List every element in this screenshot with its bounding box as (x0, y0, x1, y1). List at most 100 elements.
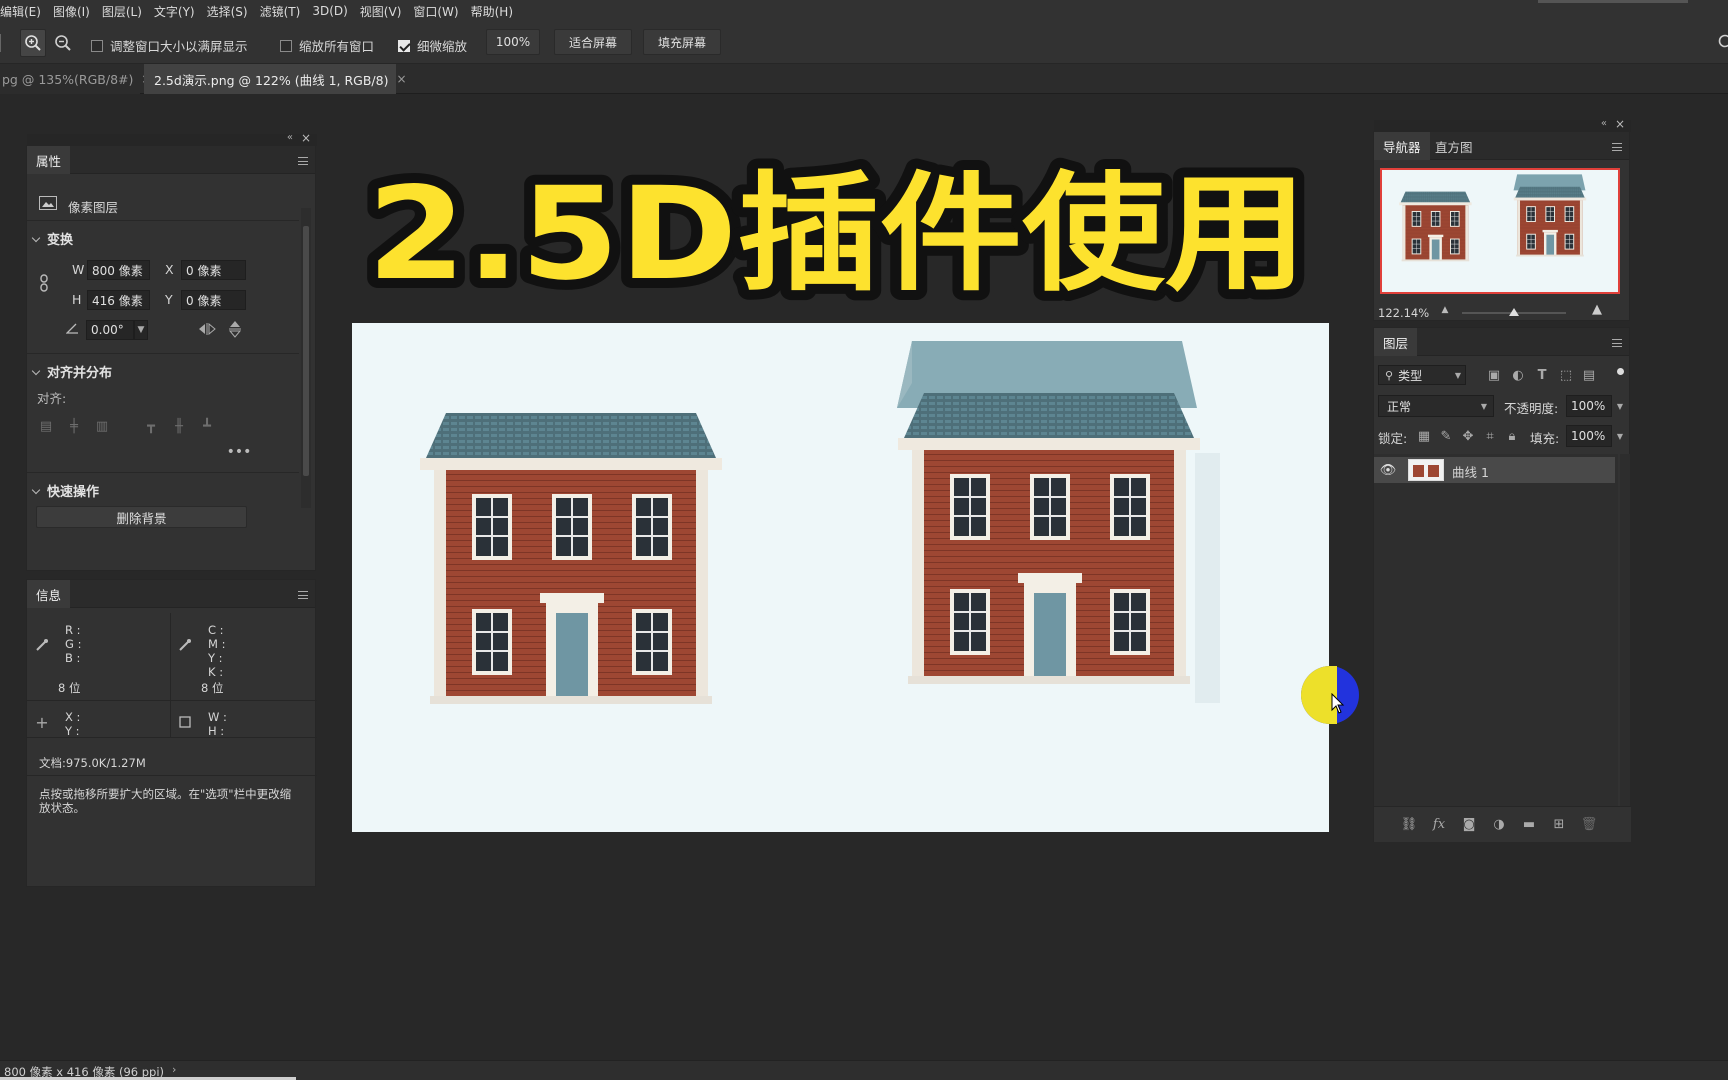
zoom-in-icon[interactable] (20, 29, 46, 57)
collapse-icon[interactable]: « (1601, 118, 1607, 129)
align-right-icon[interactable]: ▥ (94, 418, 110, 434)
tab-info[interactable]: 信息 (27, 580, 71, 608)
menu-window[interactable]: 窗口(W) (407, 3, 464, 20)
filter-smartobject-icon[interactable]: ▤ (1581, 368, 1597, 383)
panel-menu-icon[interactable] (1612, 143, 1622, 151)
menu-type[interactable]: 文字(Y) (148, 3, 201, 20)
align-top-icon[interactable]: ┳ (143, 418, 159, 434)
tab-navigator[interactable]: 导航器 (1374, 132, 1430, 160)
panel-menu-icon[interactable] (1612, 339, 1622, 347)
link-icon[interactable] (37, 272, 51, 294)
quick-actions-title[interactable]: 快速操作 (31, 481, 99, 500)
align-hcenter-icon[interactable]: ╪ (66, 418, 82, 434)
remove-background-button[interactable]: 删除背景 (36, 506, 247, 528)
layer-name[interactable]: 曲线 1 (1452, 462, 1489, 481)
scrollbar-thumb[interactable] (303, 226, 309, 476)
transform-section-title[interactable]: 变换 (31, 229, 73, 248)
filter-type-icon[interactable]: T (1534, 368, 1550, 383)
layer-row[interactable]: 👁︎ 曲线 1 (1374, 457, 1615, 483)
layer-filter-select[interactable]: ⚲ 类型 ▼ (1378, 365, 1466, 385)
tab-properties[interactable]: 属性 (27, 146, 71, 174)
tab-histogram[interactable]: 直方图 (1426, 132, 1482, 160)
fill-screen-button[interactable]: 填充屏幕 (643, 29, 721, 55)
tab-layers[interactable]: 图层 (1374, 328, 1418, 356)
tab-document-1[interactable]: pg @ 135%(RGB/8#)× (0, 64, 151, 94)
search-icon: ⚲ (1385, 368, 1394, 382)
zoom-100-button[interactable]: 100% (486, 29, 540, 55)
flip-horizontal-icon[interactable] (197, 321, 217, 337)
lock-brush-icon[interactable]: ✎ (1438, 428, 1454, 444)
zoom-all-checkbox[interactable]: 缩放所有窗口 (280, 36, 374, 55)
filter-adjustment-icon[interactable]: ◐ (1510, 368, 1526, 383)
lock-transparent-icon[interactable]: ▦ (1416, 428, 1432, 444)
lock-all-icon[interactable]: 🔒︎ (1504, 428, 1520, 444)
align-left-icon[interactable]: ▤ (38, 418, 54, 434)
properties-scrollbar[interactable] (301, 208, 311, 508)
search-icon[interactable] (1716, 32, 1728, 52)
folder-icon[interactable]: ▬ (1520, 816, 1538, 832)
collapse-icon[interactable]: « (287, 132, 293, 143)
width-field[interactable]: 800 像素 (87, 260, 150, 280)
blend-mode-select[interactable]: 正常 ▼ (1378, 395, 1494, 417)
zoom-out-small-icon[interactable]: ▲ (1438, 304, 1452, 316)
fx-icon[interactable]: fx (1430, 816, 1448, 832)
add-mask-icon[interactable]: ◙ (1460, 816, 1478, 832)
x-field[interactable]: 0 像素 (181, 260, 246, 280)
chevron-down-icon[interactable]: ▼ (1614, 428, 1626, 444)
adjustment-layer-icon[interactable]: ◑ (1490, 816, 1508, 832)
trash-icon[interactable]: 🗑︎ (1580, 816, 1598, 832)
menu-help[interactable]: 帮助(H) (465, 3, 519, 20)
layers-scrollbar[interactable] (1620, 454, 1630, 806)
angle-dropdown-icon[interactable]: ▼ (134, 320, 148, 340)
navigator-zoom-value[interactable]: 122.14% (1378, 306, 1429, 320)
close-icon[interactable]: × (301, 131, 311, 145)
align-vcenter-icon[interactable]: ╫ (171, 418, 187, 434)
menu-select[interactable]: 选择(S) (201, 3, 254, 20)
opacity-label: 不透明度: (1504, 401, 1559, 416)
panel-menu-icon[interactable] (298, 591, 308, 599)
eye-icon[interactable]: 👁︎ (1380, 463, 1397, 478)
menu-image[interactable]: 图像(I) (47, 3, 96, 20)
link-layers-icon[interactable]: ⛓︎ (1400, 816, 1418, 832)
menu-edit[interactable]: 编辑(E) (0, 3, 47, 20)
resize-windows-checkbox[interactable]: 调整窗口大小以满屏显示 (91, 36, 248, 55)
zoom-in-large-icon[interactable]: ▲ (1588, 302, 1606, 317)
more-options-icon[interactable]: ••• (227, 444, 252, 460)
document-canvas[interactable] (352, 323, 1329, 832)
scrubby-zoom-checkbox[interactable]: 细微缩放 (398, 36, 467, 55)
zoom-out-icon[interactable] (50, 30, 76, 56)
navigator-zoom-slider[interactable] (1462, 308, 1566, 316)
flip-vertical-icon[interactable] (227, 320, 243, 338)
menu-layer[interactable]: 图层(L) (96, 3, 148, 20)
panel-menu-icon[interactable] (298, 157, 308, 165)
angle-icon (65, 321, 79, 335)
fill-field[interactable]: 100% (1566, 425, 1612, 447)
filter-pixel-icon[interactable]: ▣ (1486, 368, 1502, 383)
align-bottom-icon[interactable]: ┻ (199, 418, 215, 434)
filter-toggle-icon[interactable] (1617, 368, 1624, 375)
new-layer-icon[interactable]: ⊞ (1550, 816, 1568, 832)
close-icon[interactable]: × (1615, 117, 1625, 131)
info-tab-row: 信息 (27, 580, 315, 608)
fit-screen-button[interactable]: 适合屏幕 (554, 29, 632, 55)
y-field[interactable]: 0 像素 (181, 290, 246, 310)
filter-shape-icon[interactable]: ⬚ (1558, 368, 1574, 383)
lock-move-icon[interactable]: ✥ (1460, 428, 1476, 444)
align-section-title[interactable]: 对齐并分布 (31, 362, 112, 381)
info-h: H : (208, 724, 225, 738)
layers-list: 👁︎ 曲线 1 (1374, 454, 1618, 806)
menu-view[interactable]: 视图(V) (354, 3, 408, 20)
menu-3d[interactable]: 3D(D) (306, 4, 353, 18)
menu-filter[interactable]: 滤镜(T) (254, 3, 307, 20)
close-icon[interactable]: × (396, 72, 406, 86)
chevron-right-icon[interactable]: › (172, 1063, 176, 1076)
angle-field[interactable]: 0.00° (86, 320, 134, 340)
navigator-preview-image (1382, 174, 1618, 292)
height-field[interactable]: 416 像素 (87, 290, 150, 310)
lock-artboard-icon[interactable]: ⌗ (1482, 428, 1498, 444)
slider-thumb[interactable] (1509, 308, 1519, 316)
opacity-field[interactable]: 100% (1566, 395, 1612, 417)
navigator-thumbnail[interactable] (1380, 168, 1620, 294)
chevron-down-icon[interactable]: ▼ (1614, 398, 1626, 414)
tab-document-2[interactable]: 2.5d演示.png @ 122% (曲线 1, RGB/8) × (144, 64, 407, 94)
